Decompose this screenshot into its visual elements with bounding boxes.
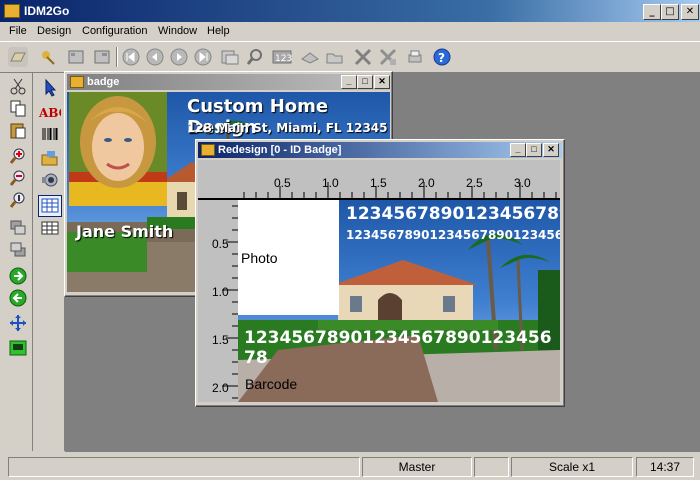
redesign-close-button[interactable]: ✕ [543,143,559,157]
badge-person-name: Jane Smith [76,222,174,241]
find-icon[interactable] [245,47,265,67]
move-icon[interactable] [9,314,27,332]
zoom-icon[interactable] [9,191,27,209]
status-panel-empty [474,457,509,477]
badge-close-button[interactable]: ✕ [374,75,390,89]
ruler-h-label: 0.5 [274,176,291,190]
next-icon[interactable] [169,47,189,67]
badge-portrait-photo [69,92,167,206]
folder-open-icon[interactable] [325,47,345,67]
badge-maximize-button[interactable]: □ [357,75,373,89]
tools-config-icon[interactable] [378,47,398,67]
open-icon[interactable] [8,47,28,67]
ruler-h-label: 2.5 [466,176,483,190]
redesign-maximize-button[interactable]: □ [526,143,542,157]
zoom-out-icon[interactable] [9,169,27,187]
ruler-h-label: 1.5 [370,176,387,190]
app-title: IDM2Go [24,4,70,18]
menu-design[interactable]: Design [37,25,71,37]
svg-text:123: 123 [275,54,292,64]
photo-placeholder[interactable]: Photo [238,200,339,315]
grid-icon[interactable] [38,195,62,217]
cut-icon[interactable] [9,77,27,95]
status-panel-message [8,457,360,477]
paste-icon[interactable] [9,121,27,139]
vertical-ruler: 0.5 1.0 1.5 2.0 [198,200,240,402]
status-bar: Master Scale x1 14:37 [0,453,700,480]
app-icon [4,4,20,18]
barcode-icon[interactable] [41,125,59,143]
maximize-button[interactable]: □ [661,4,679,20]
horizontal-ruler: 0.5 1.0 1.5 2.0 2.5 3.0 [238,160,560,200]
help-icon[interactable]: ? [432,47,452,67]
document-icon [70,76,84,88]
text-field-line3[interactable]: 12345678901234567890123456​78 [244,328,560,368]
ruler-v-label: 1.0 [212,285,229,299]
redesign-minimize-button[interactable]: _ [510,143,526,157]
status-panel-mode: Master [362,457,472,477]
wizard-icon[interactable] [38,47,58,67]
badge-minimize-button[interactable]: _ [341,75,357,89]
status-clock: 14:37 [636,457,694,477]
redesign-window-title: Redesign [0 - ID Badge] [218,144,342,156]
menu-window[interactable]: Window [158,25,197,37]
photo-capture-icon[interactable] [9,339,27,357]
number-icon[interactable]: 123 [272,47,292,67]
minimize-button[interactable]: _ [643,4,661,20]
menu-help[interactable]: Help [207,25,230,37]
barcode-label: Barcode [245,376,298,392]
ruler-h-label: 2.0 [418,176,435,190]
ruler-h-label: 3.0 [514,176,531,190]
arrow-forward-icon[interactable] [9,267,27,285]
table-icon[interactable] [41,219,59,237]
close-button[interactable]: ✕ [681,4,699,20]
database-edit-icon[interactable] [92,47,112,67]
menu-bar: File Design Configuration Window Help [0,22,700,41]
last-icon[interactable] [193,47,213,67]
camera-icon[interactable] [41,171,59,189]
left-toolbar-objects: ABC [34,73,68,451]
ruler-v-label: 1.5 [212,333,229,347]
document-icon [201,144,215,156]
left-toolbar-edit [2,73,33,451]
svg-text:ABC: ABC [39,106,61,120]
zoom-in-icon[interactable] [9,147,27,165]
ruler-corner [198,160,240,200]
redesign-window-title-bar: Redesign [0 - ID Badge] _ □ ✕ [198,142,562,158]
tools-icon[interactable] [353,47,373,67]
app-title-bar: IDM2Go _ □ ✕ [0,0,700,22]
database-icon[interactable] [66,47,86,67]
vertical-ruler-ticks [222,205,238,399]
badge-window-title: badge [87,76,120,88]
barcode-placeholder[interactable]: Barcode [238,372,560,402]
menu-configuration[interactable]: Configuration [82,25,147,37]
text-icon[interactable]: ABC [38,103,68,121]
layer-back-icon[interactable] [9,241,27,259]
image-icon[interactable] [41,149,59,167]
photo-label: Photo [241,250,278,266]
ruler-h-label: 1.0 [322,176,339,190]
print-setup-icon[interactable] [300,47,320,67]
design-canvas[interactable]: Photo 1234567890123456789 12345678901234… [238,200,560,402]
status-panel-scale: Scale x1 [511,457,633,477]
badge-window-title-bar: badge _ □ ✕ [67,74,390,90]
toolbar-separator [116,47,118,67]
records-icon[interactable] [220,47,240,67]
ruler-v-label: 2.0 [212,381,229,395]
layer-front-icon[interactable] [9,219,27,237]
copy-icon[interactable] [9,99,27,117]
main-toolbar: 123 ? [0,41,700,73]
pointer-icon[interactable] [41,78,59,97]
arrow-back-icon[interactable] [9,289,27,307]
prev-icon[interactable] [145,47,165,67]
ruler-v-label: 0.5 [212,237,229,251]
badge-address: 123 Main St, Miami, FL 12345 [187,121,388,135]
text-field-line2[interactable]: 12345678901234567890123456 [346,228,560,242]
text-field-line1[interactable]: 1234567890123456789 [346,204,560,224]
svg-text:?: ? [438,51,445,65]
menu-file[interactable]: File [9,25,27,37]
first-icon[interactable] [121,47,141,67]
print-icon[interactable] [405,47,425,67]
redesign-window[interactable]: Redesign [0 - ID Badge] _ □ ✕ 0.5 1.0 1.… [195,139,565,407]
